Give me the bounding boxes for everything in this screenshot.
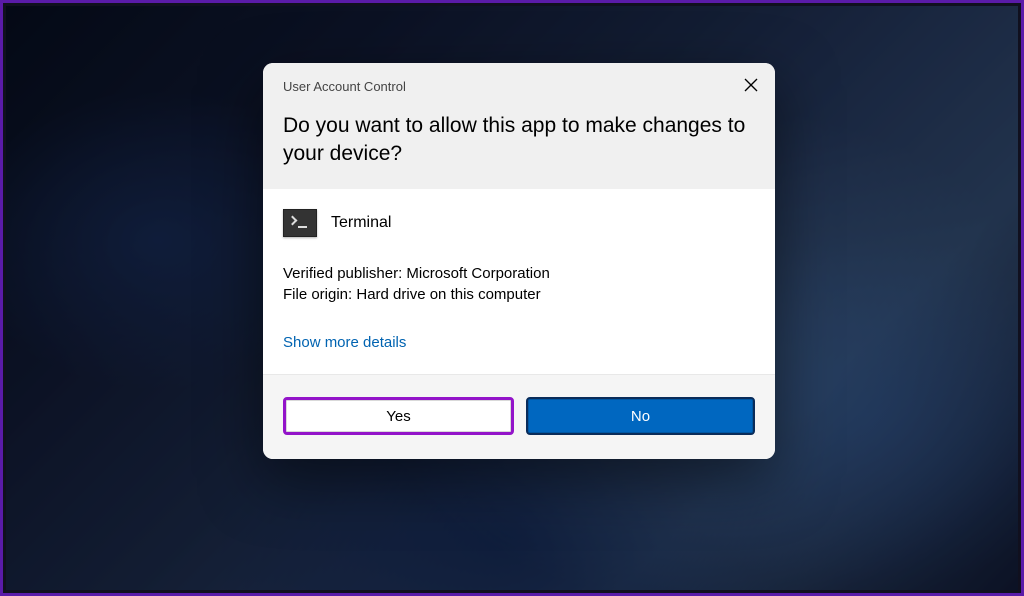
publisher-details: Verified publisher: Microsoft Corporatio… — [283, 263, 755, 307]
dialog-footer: Yes No — [263, 374, 775, 459]
yes-button[interactable]: Yes — [283, 397, 514, 435]
terminal-icon — [283, 209, 317, 237]
dialog-body: Terminal Verified publisher: Microsoft C… — [263, 189, 775, 375]
app-name: Terminal — [331, 214, 391, 232]
dialog-title: User Account Control — [283, 79, 755, 94]
origin-line: File origin: Hard drive on this computer — [283, 284, 755, 306]
dialog-header: User Account Control Do you want to allo… — [263, 63, 775, 189]
no-button[interactable]: No — [526, 397, 755, 435]
close-button[interactable] — [741, 77, 761, 97]
show-more-details-link[interactable]: Show more details — [283, 334, 406, 351]
close-icon — [744, 78, 758, 97]
dialog-prompt: Do you want to allow this app to make ch… — [283, 112, 755, 169]
publisher-line: Verified publisher: Microsoft Corporatio… — [283, 263, 755, 285]
app-identity-row: Terminal — [283, 209, 755, 237]
uac-dialog: User Account Control Do you want to allo… — [263, 63, 775, 459]
